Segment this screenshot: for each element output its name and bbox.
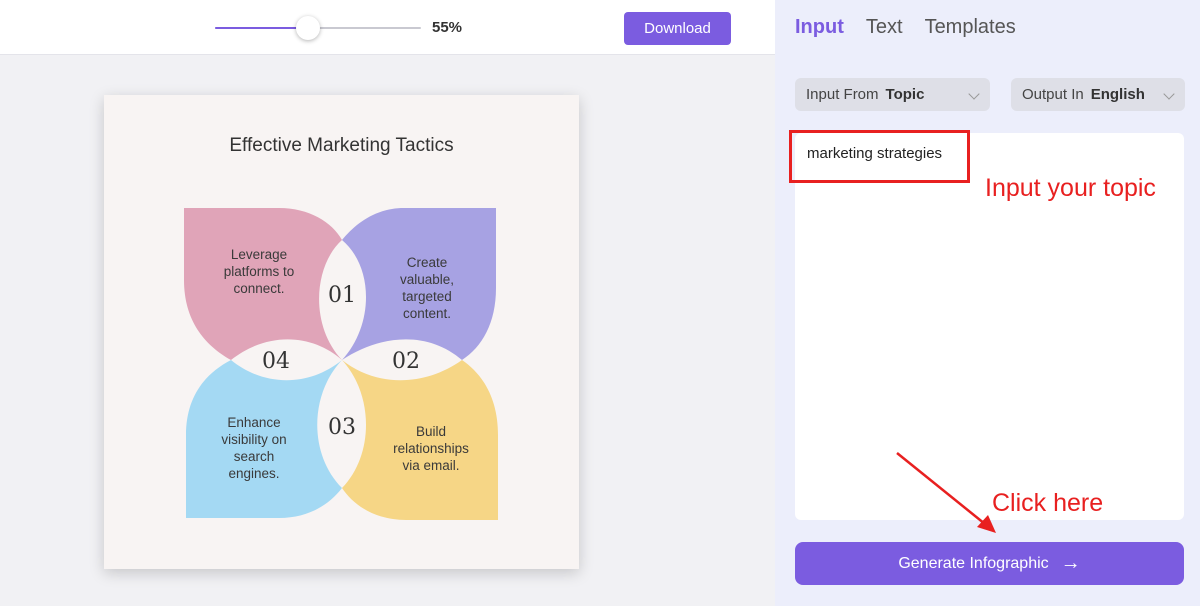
panel-tabs: Input Text Templates [795, 16, 1016, 39]
generate-infographic-button[interactable]: Generate Infographic → [795, 542, 1184, 585]
input-from-label: Input From [806, 86, 879, 103]
petal-text-line: search [233, 449, 275, 464]
petal-text-line: connect. [233, 281, 285, 296]
petal-text-line: valuable, [399, 272, 455, 287]
petal-text-02: Create valuable, targeted content. [372, 254, 482, 322]
input-panel: Input Text Templates Input From Topic Ou… [775, 0, 1200, 606]
petal-text-line: visibility on [221, 432, 287, 447]
input-from-select[interactable]: Input From Topic [795, 78, 990, 111]
petal-text-line: Build [415, 424, 447, 439]
petal-text-04: Enhance visibility on search engines. [199, 414, 309, 482]
input-from-value: Topic [885, 86, 925, 103]
petal-number-01: 01 [328, 283, 356, 308]
output-in-label: Output In [1022, 86, 1084, 103]
output-in-select[interactable]: Output In English [1011, 78, 1185, 111]
arrow-right-icon: → [1060, 552, 1081, 574]
petal-text-01: Leverage platforms to connect. [204, 246, 314, 297]
petal-number-03: 03 [328, 415, 356, 440]
petal-text-line: targeted [402, 289, 452, 304]
zoom-level-label: 55% [432, 19, 463, 36]
input-topic-annotation: Input your topic [985, 174, 1156, 202]
editor-area: 55% Download Effective Marketing Tactics… [0, 0, 775, 606]
petal-text-03: Build relationships via email. [376, 423, 486, 474]
tab-input[interactable]: Input [795, 16, 844, 39]
petal-text-line: Leverage [230, 247, 288, 262]
tab-templates[interactable]: Templates [925, 16, 1016, 39]
download-button[interactable]: Download [624, 12, 731, 45]
infographic-canvas[interactable]: Effective Marketing Tactics 01 02 03 04 … [104, 95, 579, 569]
chevron-down-icon [968, 88, 980, 100]
infographic-petals [184, 208, 498, 520]
petal-text-line: Create [406, 255, 448, 270]
petal-number-04: 04 [262, 349, 290, 374]
zoom-slider-thumb[interactable] [296, 16, 320, 40]
zoom-slider-fill [215, 27, 308, 29]
petal-text-line: Enhance [227, 415, 281, 430]
generate-button-label: Generate Infographic [898, 554, 1049, 572]
petal-number-02: 02 [392, 349, 420, 374]
chevron-down-icon [1163, 88, 1175, 100]
topic-highlight-box [789, 130, 970, 183]
tab-text[interactable]: Text [866, 16, 903, 39]
petal-text-line: relationships [393, 441, 469, 456]
petal-text-line: via email. [402, 458, 460, 473]
petal-text-line: platforms to [223, 264, 295, 279]
click-here-annotation: Click here [992, 489, 1104, 517]
output-in-value: English [1090, 86, 1145, 103]
editor-toolbar: 55% Download [0, 0, 775, 55]
petal-text-line: engines. [228, 466, 280, 481]
petal-text-line: content. [402, 306, 452, 321]
zoom-slider[interactable] [215, 16, 421, 40]
